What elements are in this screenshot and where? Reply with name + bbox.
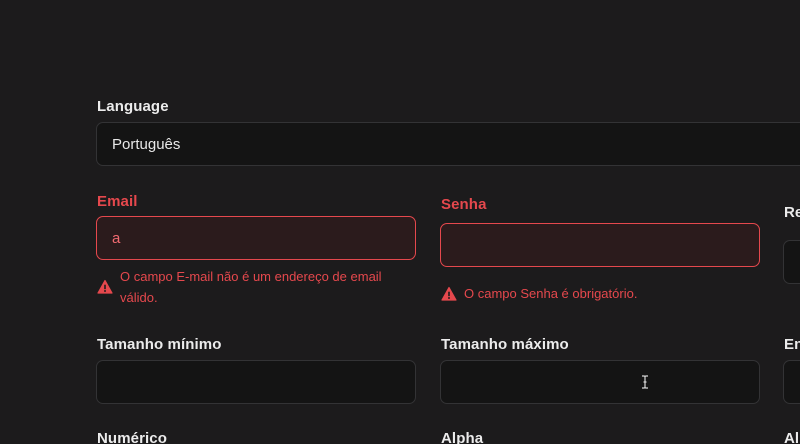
warning-icon — [441, 286, 457, 301]
third-column-label-row2: En — [784, 336, 800, 353]
numerico-label: Numérico — [97, 430, 167, 444]
tamanho-minimo-field[interactable] — [96, 360, 416, 404]
third-column-field-row1[interactable] — [783, 240, 800, 284]
text-cursor-icon — [642, 375, 648, 389]
email-error-message: O campo E-mail não é um endereço de emai… — [120, 269, 382, 305]
form-page: Language Português Email a O campo E-mai… — [0, 0, 800, 444]
senha-field[interactable] — [440, 223, 760, 267]
tamanho-minimo-label: Tamanho mínimo — [97, 336, 222, 353]
tamanho-maximo-label: Tamanho máximo — [441, 336, 569, 353]
tamanho-maximo-field[interactable] — [440, 360, 760, 404]
third-column-label-row1: Re — [784, 204, 800, 221]
email-field[interactable]: a — [96, 216, 416, 260]
language-select-value: Português — [112, 135, 181, 153]
email-field-value: a — [112, 229, 121, 247]
email-label: Email — [97, 193, 138, 210]
senha-label: Senha — [441, 196, 487, 213]
third-column-field-row2[interactable] — [783, 360, 800, 404]
warning-icon — [97, 279, 113, 294]
senha-error-message: O campo Senha é obrigatório. — [464, 286, 638, 301]
language-select[interactable]: Português — [96, 122, 800, 166]
alpha-label: Alpha — [441, 430, 484, 444]
third-column-label-row3: Al — [784, 430, 800, 444]
language-label: Language — [97, 98, 169, 115]
